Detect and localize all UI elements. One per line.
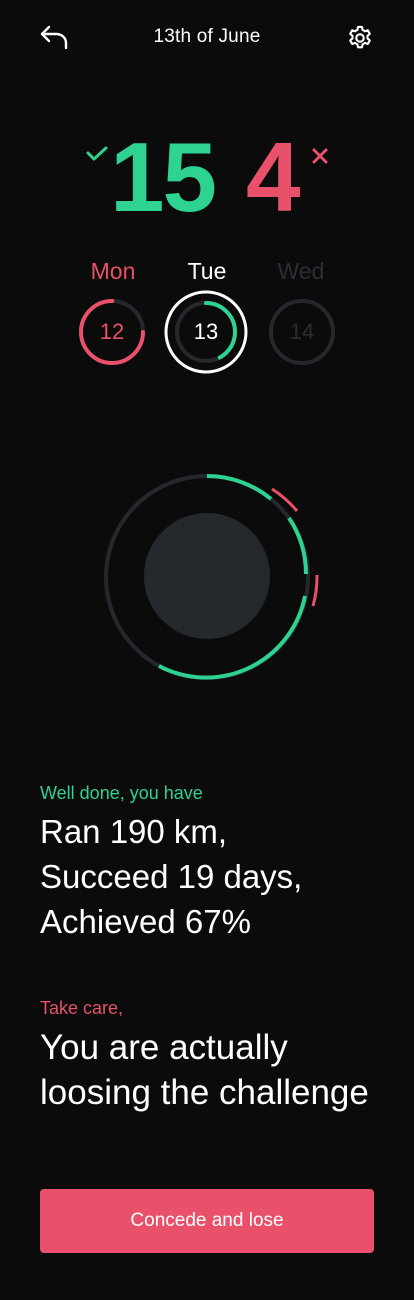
day-number-mon: 12 [99, 319, 125, 344]
day-ring-wed[interactable]: 14 [267, 297, 337, 372]
gear-icon [349, 25, 371, 49]
day-label-wed: Wed [277, 258, 325, 284]
losses-count: 4 [246, 122, 301, 232]
progress-arc-2 [287, 516, 308, 575]
day-label-tue: Tue [187, 258, 227, 284]
warning-line-2: loosing the challenge [40, 1073, 369, 1112]
stat-distance: Ran 190 km, [40, 813, 228, 850]
day-number-wed: 14 [289, 319, 315, 344]
warning-line-1: You are actually [40, 1028, 288, 1067]
stat-days: Succeed 19 days, [40, 858, 303, 895]
loss-mark-1 [271, 487, 299, 512]
success-caption: Well done, you have [40, 783, 203, 803]
day-label-mon: Mon [90, 258, 136, 284]
challenge-progress-ring [104, 474, 319, 680]
center-disc[interactable] [144, 513, 270, 639]
settings-button[interactable] [344, 22, 376, 54]
check-icon [86, 146, 108, 161]
stat-achieved: Achieved 67% [40, 903, 251, 940]
cross-icon [312, 148, 328, 164]
concede-button[interactable]: Concede and lose [40, 1189, 374, 1253]
progress-arc-1 [206, 474, 273, 501]
day-ring-mon[interactable]: 12 [77, 297, 147, 372]
warning-caption: Take care, [40, 998, 124, 1018]
loss-mark-2 [311, 574, 319, 607]
day-number-tue: 13 [193, 319, 219, 344]
wins-count: 15 [110, 122, 217, 232]
day-ring-tue[interactable]: 13 [164, 290, 248, 374]
concede-button-label: Concede and lose [130, 1210, 284, 1231]
